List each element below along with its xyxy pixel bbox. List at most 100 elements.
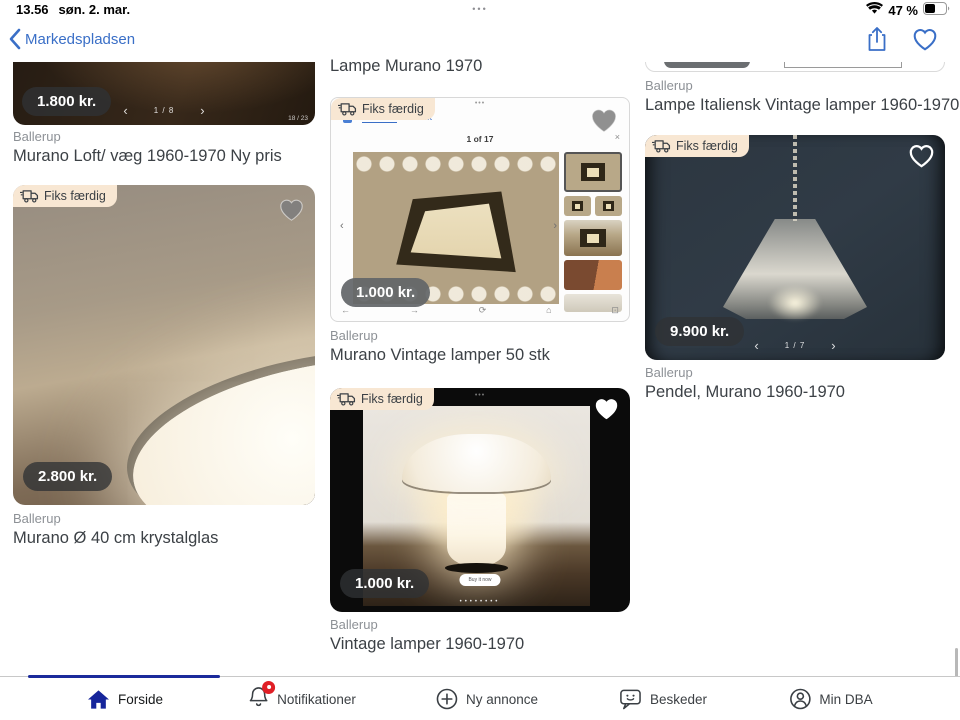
carousel-next-icon[interactable]: › — [831, 339, 835, 352]
delivery-truck-icon — [652, 139, 671, 153]
battery-percent: 47 % — [888, 3, 918, 18]
listing-image-krystalglas[interactable]: Fiks færdig 2.800 kr. — [13, 185, 315, 505]
dba-marketplace-screen: 13.56 søn. 2. mar. ••• 47 % Markedspladse… — [0, 0, 960, 720]
lamp-dome — [402, 434, 552, 492]
page-indicator: 1 of 17 — [331, 134, 629, 144]
listing-title: Pendel, Murano 1960-1970 — [645, 383, 845, 401]
favorite-heart-button[interactable] — [593, 396, 620, 426]
fiks-faerdig-badge: Fiks færdig — [331, 98, 435, 120]
fiks-faerdig-badge: Fiks færdig — [330, 388, 434, 410]
delivery-truck-icon — [338, 102, 357, 116]
carousel-prev-icon[interactable]: ‹ — [123, 104, 127, 117]
tab-label: Ny annonce — [466, 692, 538, 707]
listing-meta-lampe-murano[interactable]: Lampe Murano 1970 — [330, 57, 482, 76]
carousel-position: 1 / 7 — [785, 341, 806, 350]
listing-title: Lampe Italiensk Vintage lamper 1960-1970 — [645, 96, 959, 114]
tab-label: Notifikationer — [277, 692, 356, 707]
thumbnail — [564, 196, 591, 216]
cut-price-badge — [664, 62, 750, 68]
status-bar: 13.56 søn. 2. mar. ••• 47 % — [0, 0, 960, 20]
listing-location: Ballerup — [330, 617, 524, 632]
listing-location: Ballerup — [13, 129, 282, 144]
profile-icon — [789, 688, 811, 710]
pendant-chain — [793, 135, 797, 221]
browser-home-icon: ⌂ — [546, 305, 551, 316]
tab-label: Beskeder — [650, 692, 707, 707]
lamp-stem — [447, 488, 506, 566]
listing-image-murano-loft[interactable]: 1.800 kr. ‹ 1 / 8 › 18 / 23 — [13, 62, 315, 125]
back-button[interactable]: Markedspladsen — [8, 28, 135, 50]
listing-title: Murano Vintage lamper 50 stk — [330, 346, 550, 364]
plus-circle-icon — [436, 688, 458, 710]
price-badge: 1.800 kr. — [22, 87, 111, 116]
home-icon — [87, 689, 110, 710]
favorite-heart-button[interactable] — [278, 197, 305, 227]
listing-title: Lampe Murano 1970 — [330, 57, 482, 75]
fiks-faerdig-label: Fiks færdig — [44, 189, 106, 203]
tab-forside[interactable]: Forside — [87, 677, 163, 720]
browser-back-icon: ← — [341, 305, 350, 316]
date: søn. 2. mar. — [59, 2, 131, 17]
listing-location: Ballerup — [645, 365, 845, 380]
listing-image-italiensk-cut[interactable] — [645, 62, 945, 72]
favorite-heart-button[interactable] — [908, 143, 935, 173]
navigation-bar: Markedspladsen — [0, 20, 960, 62]
bottom-tab-bar: Forside Notifikationer Ny annonce Besked… — [0, 676, 960, 720]
tab-ny-annonce[interactable]: Ny annonce — [436, 677, 538, 720]
listing-image-pendel[interactable]: Fiks færdig 9.900 kr. ‹ 1 / 7 › — [645, 135, 945, 360]
listing-image-vintage-lamper[interactable]: ••• Buy it now •••••••• Fiks færdig 1.00… — [330, 388, 630, 612]
listing-title: Murano Ø 40 cm krystalglas — [13, 529, 218, 547]
price-badge: 1.000 kr. — [341, 278, 430, 307]
carousel-next-icon[interactable]: › — [200, 104, 204, 117]
fiks-faerdig-label: Fiks færdig — [361, 392, 423, 406]
listing-location: Ballerup — [645, 78, 959, 93]
listing-location: Ballerup — [13, 511, 218, 526]
wifi-icon — [866, 2, 883, 18]
price-badge: 9.900 kr. — [655, 317, 744, 346]
battery-icon — [923, 2, 950, 18]
listing-title: Vintage lamper 1960-1970 — [330, 635, 524, 653]
browser-tabs-icon: ⊡ — [611, 305, 619, 316]
listing-title: Murano Loft/ væg 1960-1970 Ny pris — [13, 147, 282, 165]
chat-smiley-icon — [619, 688, 642, 710]
thumbnail — [564, 260, 622, 290]
listing-meta-vintage-lamper[interactable]: Ballerup Vintage lamper 1960-1970 — [330, 617, 524, 654]
listing-meta-italiensk[interactable]: Ballerup Lampe Italiensk Vintage lamper … — [645, 78, 959, 115]
thumbnail — [564, 152, 622, 192]
favorite-heart-button[interactable] — [589, 106, 619, 139]
notification-badge — [262, 681, 275, 694]
fiks-faerdig-badge: Fiks færdig — [13, 185, 117, 207]
screenshot-next-icon: › — [553, 220, 557, 232]
screenshot-dots-icon: ••• — [475, 392, 485, 399]
pager-dots-icon: •••••••• — [460, 599, 501, 605]
favorites-heart-button[interactable] — [912, 27, 938, 56]
tab-notifikationer[interactable]: Notifikationer — [248, 677, 356, 720]
delivery-truck-icon — [337, 392, 356, 406]
tab-label: Min DBA — [819, 692, 872, 707]
listing-meta-krystalglas[interactable]: Ballerup Murano Ø 40 cm krystalglas — [13, 511, 218, 548]
back-chevron-icon — [8, 28, 21, 50]
carousel-prev-icon[interactable]: ‹ — [754, 339, 758, 352]
photo-counter: 18 / 23 — [288, 115, 308, 122]
tab-beskeder[interactable]: Beskeder — [619, 677, 707, 720]
glass-tube-texture — [353, 152, 559, 178]
browser-reload-icon: ⟳ — [479, 305, 487, 316]
thumbnail — [564, 220, 622, 256]
ceiling-lamp-glow — [120, 332, 315, 505]
fiks-faerdig-badge: Fiks færdig — [645, 135, 749, 157]
pendant-glow — [768, 285, 822, 321]
tab-min-dba[interactable]: Min DBA — [789, 677, 872, 720]
home-indicator-dots-icon: ••• — [472, 4, 487, 14]
fiks-faerdig-label: Fiks færdig — [676, 139, 738, 153]
share-button[interactable] — [866, 26, 888, 57]
listing-meta-murano-loft[interactable]: Ballerup Murano Loft/ væg 1960-1970 Ny p… — [13, 129, 282, 166]
listing-meta-lamper-50-stk[interactable]: Ballerup Murano Vintage lamper 50 stk — [330, 328, 550, 365]
price-badge: 1.000 kr. — [340, 569, 429, 598]
tab-label: Forside — [118, 692, 163, 707]
listing-image-lamper-50-stk[interactable]: ••• DEUTSCH DANSK 1 of 17 × ‹ › — [330, 97, 630, 322]
clock: 13.56 — [16, 2, 49, 17]
screenshot-dots-icon: ••• — [475, 100, 485, 107]
thumbnail-strip — [564, 152, 622, 312]
listing-meta-pendel[interactable]: Ballerup Pendel, Murano 1960-1970 — [645, 365, 845, 402]
fiks-faerdig-label: Fiks færdig — [362, 102, 424, 116]
